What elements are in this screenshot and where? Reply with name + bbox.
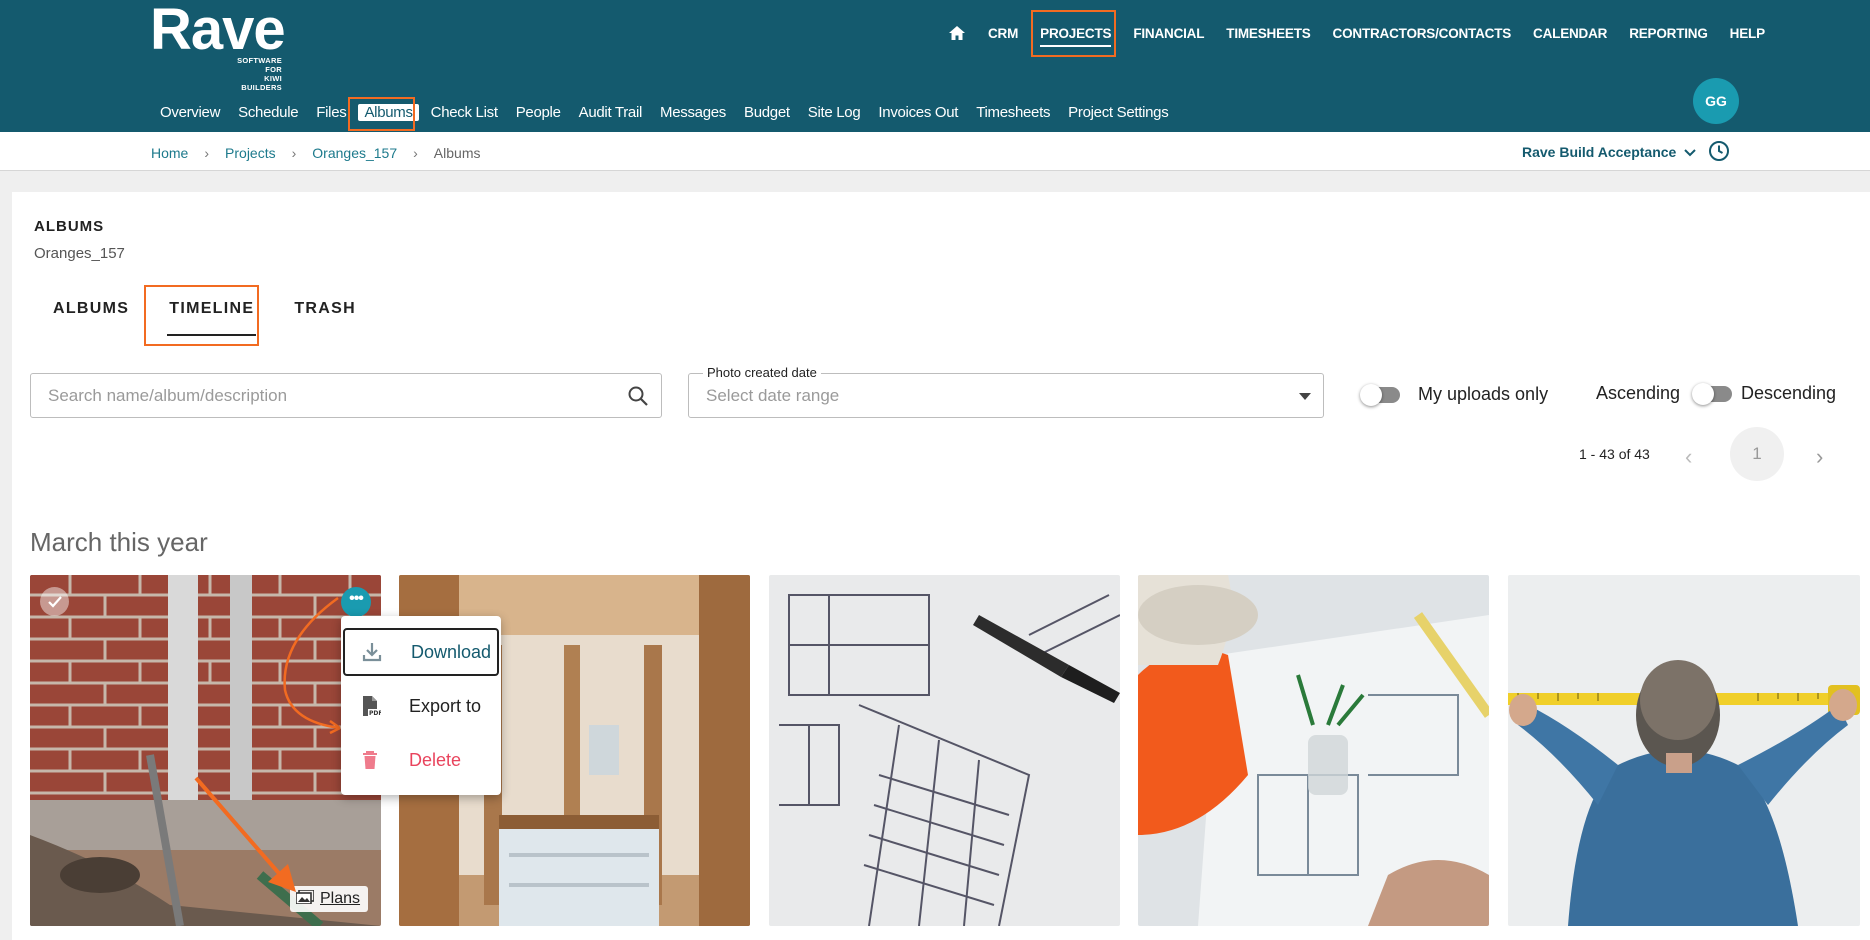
project-sub-nav: Overview Schedule Files Albums Check Lis… — [160, 104, 1186, 121]
breadcrumb-current: Albums — [433, 145, 481, 161]
dropdown-caret-icon — [1299, 393, 1311, 400]
breadcrumb-project[interactable]: Oranges_157 — [312, 145, 397, 161]
sort-order-toggle[interactable] — [1692, 383, 1732, 405]
menu-item-export-to[interactable]: PDF Export to — [343, 682, 499, 730]
nav-calendar[interactable]: CALENDAR — [1533, 26, 1607, 41]
page-title: ALBUMS — [34, 218, 105, 235]
album-tag-label: Plans — [320, 890, 361, 907]
toggle-knob — [1360, 384, 1382, 406]
logo-tagline: SOFTWARE FOR KIWI BUILDERS — [237, 56, 282, 92]
subnav-timesheets[interactable]: Timesheets — [976, 104, 1050, 121]
org-selector-label: Rave Build Acceptance — [1522, 144, 1677, 160]
subnav-people[interactable]: People — [516, 104, 561, 121]
download-icon — [361, 641, 383, 663]
breadcrumb-home[interactable]: Home — [151, 145, 188, 161]
trash-icon — [359, 749, 381, 771]
breadcrumb-bar: Home › Projects › Oranges_157 › Albums R… — [0, 132, 1870, 171]
history-clock-icon[interactable] — [1708, 140, 1730, 162]
menu-item-export-label: Export to — [409, 695, 482, 716]
subnav-overview[interactable]: Overview — [160, 104, 220, 121]
subnav-messages[interactable]: Messages — [660, 104, 726, 121]
tab-trash[interactable]: TRASH — [294, 300, 356, 318]
chevron-right-icon: › — [291, 145, 297, 161]
breadcrumb: Home › Projects › Oranges_157 › Albums — [151, 145, 480, 161]
descending-label: Descending — [1741, 383, 1837, 403]
menu-item-delete[interactable]: Delete — [343, 736, 499, 784]
nav-timesheets[interactable]: TIMESHEETS — [1226, 26, 1310, 41]
nav-reporting[interactable]: REPORTING — [1629, 26, 1708, 41]
user-avatar[interactable]: GG — [1693, 78, 1739, 124]
highlight-box-albums — [348, 97, 415, 131]
subnav-schedule[interactable]: Schedule — [238, 104, 298, 121]
subnav-site-log[interactable]: Site Log — [808, 104, 861, 121]
subnav-project-settings[interactable]: Project Settings — [1068, 104, 1169, 121]
menu-item-download-label: Download — [411, 641, 492, 662]
date-range-placeholder: Select date range — [706, 386, 840, 405]
breadcrumb-projects[interactable]: Projects — [225, 145, 276, 161]
menu-item-download[interactable]: Download — [343, 628, 499, 676]
date-range-label: Photo created date — [703, 365, 821, 380]
nav-help[interactable]: HELP — [1730, 26, 1765, 41]
subnav-files[interactable]: Files — [316, 104, 346, 121]
nav-financial[interactable]: FINANCIAL — [1133, 26, 1204, 41]
photo-thumbnail-blueprint[interactable] — [769, 575, 1120, 926]
photo-thumbnail-workers-plans[interactable] — [1138, 575, 1489, 926]
timeline-section-heading: March this year — [30, 527, 208, 557]
nav-contractors-contacts[interactable]: CONTRACTORS/CONTACTS — [1333, 26, 1512, 41]
chevron-right-icon: › — [204, 145, 210, 161]
nav-crm[interactable]: CRM — [988, 26, 1018, 41]
svg-text:PDF: PDF — [369, 710, 381, 717]
ascending-label: Ascending — [1596, 383, 1681, 403]
photo-thumbnail-tape-measure[interactable] — [1508, 575, 1860, 926]
pagination-range: 1 - 43 of 43 — [1579, 446, 1650, 462]
page-subtitle: Oranges_157 — [34, 245, 125, 262]
subnav-invoices-out[interactable]: Invoices Out — [878, 104, 958, 121]
album-tag-link[interactable]: Plans — [290, 886, 369, 912]
tab-albums[interactable]: ALBUMS — [53, 300, 129, 318]
subnav-check-list[interactable]: Check List — [431, 104, 498, 121]
search-icon[interactable] — [627, 385, 649, 407]
chevron-down-icon — [1684, 144, 1697, 160]
select-photo-checkbox[interactable] — [40, 587, 69, 616]
highlight-box-projects — [1031, 10, 1116, 57]
subnav-audit-trail[interactable]: Audit Trail — [579, 104, 643, 121]
chevron-right-icon: › — [413, 145, 418, 161]
photo-context-menu: Download PDF Export to Delete — [341, 616, 501, 795]
search-input[interactable]: Search name/album/description — [30, 373, 662, 418]
photo-thumbnail-brick-wall[interactable] — [30, 575, 381, 926]
more-options-icon[interactable]: ••• — [341, 587, 371, 617]
my-uploads-label: My uploads only — [1418, 384, 1549, 404]
menu-item-delete-label: Delete — [409, 749, 462, 770]
chevron-right-icon[interactable]: › — [1816, 444, 1823, 470]
home-icon[interactable] — [948, 24, 966, 42]
photo-album-icon — [295, 888, 315, 909]
app-header: Rave SOFTWARE FOR KIWI BUILDERS CRM PROJ… — [0, 0, 1870, 132]
search-placeholder: Search name/album/description — [48, 386, 288, 405]
subnav-budget[interactable]: Budget — [744, 104, 790, 121]
org-selector[interactable]: Rave Build Acceptance — [1522, 144, 1697, 160]
highlight-box-timeline — [144, 285, 259, 346]
rave-logo[interactable]: Rave SOFTWARE FOR KIWI BUILDERS — [150, 0, 286, 93]
page-number-button[interactable]: 1 — [1730, 427, 1784, 481]
chevron-left-icon[interactable]: ‹ — [1685, 444, 1692, 470]
toggle-knob — [1692, 383, 1714, 405]
logo-wordmark: Rave — [150, 0, 286, 62]
date-range-select[interactable]: Photo created date Select date range — [688, 365, 1324, 418]
my-uploads-toggle[interactable] — [1360, 384, 1400, 406]
pdf-file-icon: PDF — [359, 695, 382, 717]
